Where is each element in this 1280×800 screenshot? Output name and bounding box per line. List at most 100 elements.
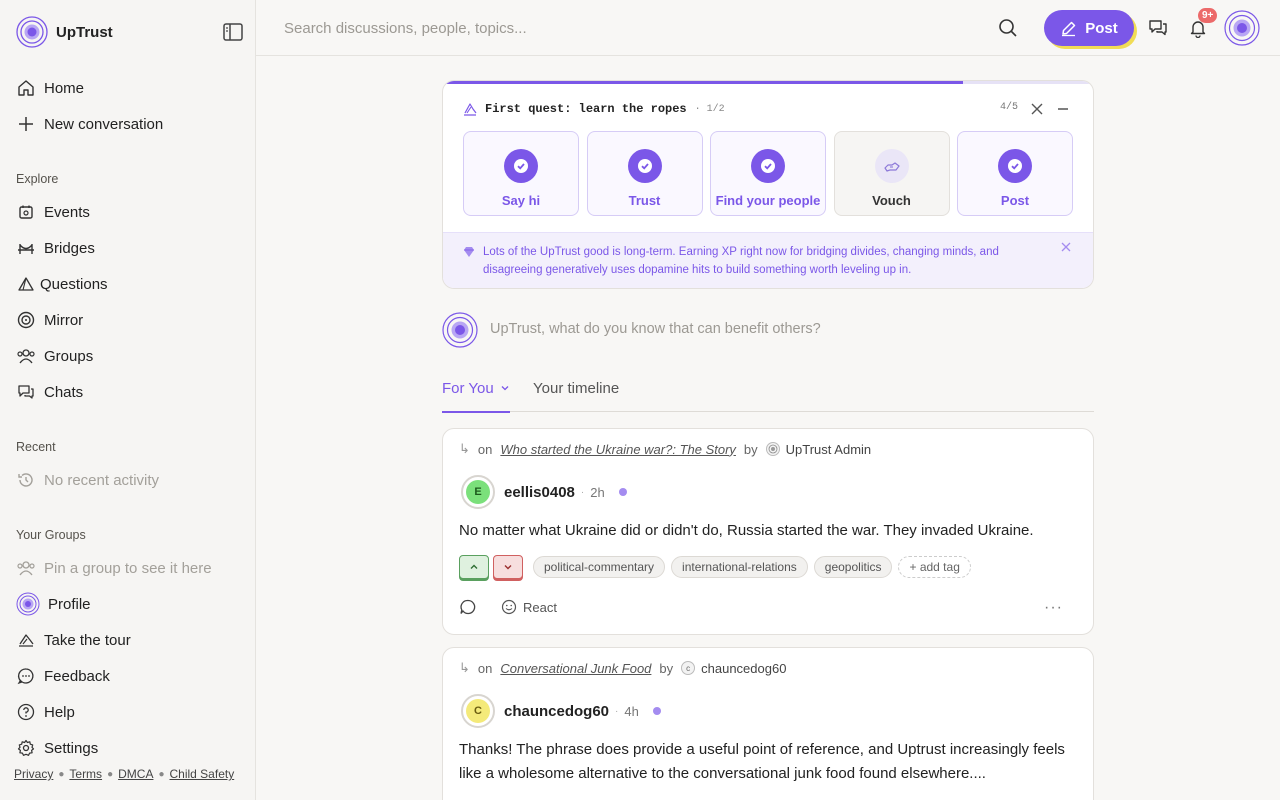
post-author-row: E eellis0408 · 2h	[461, 475, 627, 509]
messages-icon[interactable]	[1148, 18, 1168, 38]
username[interactable]: chauncedog60	[504, 703, 609, 720]
react-button[interactable]: React	[501, 599, 557, 615]
calendar-icon	[16, 202, 36, 222]
recent-heading: Recent	[16, 440, 56, 454]
sidebar-item-questions[interactable]: Questions	[16, 272, 108, 296]
post-text: Thanks! The phrase does provide a useful…	[459, 741, 1065, 782]
tag[interactable]: political-commentary	[533, 556, 666, 578]
sidebar-item-label: Bridges	[44, 239, 95, 257]
username[interactable]: eellis0408	[504, 484, 575, 501]
search-input[interactable]	[284, 16, 884, 40]
avatar[interactable]: C	[461, 694, 495, 728]
privacy-link[interactable]: Privacy	[14, 767, 53, 781]
sidebar-item-label: Profile	[48, 595, 91, 613]
sidebar-item-label: New conversation	[44, 115, 164, 133]
tag[interactable]: geopolitics	[813, 556, 893, 578]
feed-tabs: For You Your timeline	[442, 366, 1094, 413]
add-tag-button[interactable]: + add tag	[898, 556, 971, 578]
uptrust-logo-icon	[765, 442, 780, 456]
sidebar-item-new-conversation[interactable]: New conversation	[16, 112, 163, 136]
post-button-label: Post	[1085, 19, 1118, 37]
chevron-down-icon	[501, 386, 509, 391]
sidebar-item-help[interactable]: Help	[16, 700, 75, 724]
user-avatar-icon[interactable]	[1224, 10, 1260, 46]
quest-steps: Say hi Trust Find your people Vouch Post	[463, 131, 1073, 216]
tab-label: Your timeline	[533, 380, 620, 397]
minimize-icon[interactable]	[1056, 102, 1070, 116]
status-dot	[652, 707, 661, 715]
sidebar-toggle-icon[interactable]	[223, 23, 243, 41]
quest-progress-fill	[443, 81, 963, 84]
downvote-button[interactable]	[493, 555, 523, 579]
plus-icon	[16, 114, 36, 134]
status-dot	[618, 488, 627, 496]
upvote-button[interactable]	[459, 555, 489, 579]
post-card: ↳ on Conversational Junk Food by c chaun…	[442, 647, 1094, 800]
quest-step-find-your-people[interactable]: Find your people	[710, 131, 826, 216]
post-context: ↳ on Who started the Ukraine war?: The S…	[459, 441, 872, 457]
sidebar-item-label: Mirror	[44, 311, 84, 329]
reply-arrow-icon: ↳	[459, 660, 470, 675]
target-icon	[16, 310, 36, 330]
history-icon	[16, 470, 36, 490]
sidebar-item-mirror[interactable]: Mirror	[16, 308, 83, 332]
tab-your-timeline[interactable]: Your timeline	[533, 380, 619, 412]
thread-author[interactable]: chauncedog60	[701, 661, 786, 676]
sidebar-item-profile[interactable]: Profile	[16, 592, 91, 616]
sidebar-item-events[interactable]: Events	[16, 200, 90, 224]
quest-step-trust[interactable]: Trust	[586, 131, 703, 216]
sidebar-item-label: Chats	[44, 383, 84, 401]
tab-for-you[interactable]: For You	[442, 380, 510, 413]
post-age: 4h	[624, 703, 639, 719]
post-button[interactable]: Post	[1044, 10, 1134, 46]
close-icon[interactable]	[1030, 102, 1044, 116]
user-avatar-icon[interactable]	[442, 312, 478, 348]
post-author-row: C chauncedog60 · 4h	[461, 694, 661, 728]
quest-step-label: Find your people	[715, 193, 821, 208]
tag[interactable]: international-relations	[671, 556, 808, 578]
quest-step-post[interactable]: Post	[957, 131, 1073, 216]
thread-author[interactable]: UpTrust Admin	[786, 442, 872, 457]
sidebar-item-tour[interactable]: Take the tour	[16, 628, 131, 652]
search-icon[interactable]	[998, 18, 1018, 38]
avatar[interactable]: E	[461, 475, 495, 509]
quest-step: · 1/2	[694, 103, 725, 115]
people-icon	[16, 346, 36, 366]
dmca-link[interactable]: DMCA	[118, 767, 153, 781]
sidebar-item-home[interactable]: Home	[16, 76, 84, 100]
sidebar-item-chats[interactable]: Chats	[16, 380, 83, 404]
child-safety-link[interactable]: Child Safety	[170, 767, 235, 781]
quest-step-label: Post	[1000, 193, 1030, 208]
sidebar-item-label: Events	[44, 203, 90, 221]
quest-step-vouch[interactable]: Vouch	[833, 131, 950, 216]
quest-step-say-hi[interactable]: Say hi	[463, 131, 579, 216]
sidebar-item-label: Questions	[40, 275, 108, 293]
more-options-icon[interactable]: ···	[1044, 599, 1063, 617]
comment-icon[interactable]	[459, 598, 477, 616]
quest-step-label: Say hi	[501, 193, 541, 208]
quest-note: Lots of the UpTrust good is long-term. E…	[443, 232, 1093, 288]
close-icon[interactable]	[1060, 241, 1072, 253]
sidebar-item-settings[interactable]: Settings	[16, 736, 98, 760]
composer-prompt[interactable]: UpTrust, what do you know that can benef…	[490, 321, 821, 337]
sidebar-item-groups[interactable]: Groups	[16, 344, 93, 368]
sidebar-item-feedback[interactable]: Feedback	[16, 664, 110, 688]
brand[interactable]: UpTrust	[16, 16, 113, 48]
thread-link[interactable]: Conversational Junk Food	[500, 661, 651, 676]
quest-step-label: Vouch	[872, 193, 911, 208]
gem-icon	[464, 247, 474, 257]
quest-progress-bar	[443, 81, 1093, 84]
pencil-icon	[1062, 21, 1076, 36]
sidebar: UpTrust Home New conversation Explore Ev…	[0, 0, 256, 800]
terms-link[interactable]: Terms	[69, 767, 102, 781]
notification-badge: 9+	[1198, 8, 1218, 23]
thread-link[interactable]: Who started the Ukraine war?: The Story	[500, 442, 736, 457]
sidebar-item-bridges[interactable]: Bridges	[16, 236, 95, 260]
groups-empty: Pin a group to see it here	[16, 556, 212, 580]
explore-heading: Explore	[16, 172, 59, 186]
groups-empty-label: Pin a group to see it here	[44, 559, 212, 577]
sidebar-item-label: Help	[44, 703, 75, 721]
quest-title: First quest: learn the ropes	[485, 102, 687, 116]
recent-empty: No recent activity	[16, 468, 159, 492]
post-text: No matter what Ukraine did or didn't do,…	[459, 522, 1034, 539]
